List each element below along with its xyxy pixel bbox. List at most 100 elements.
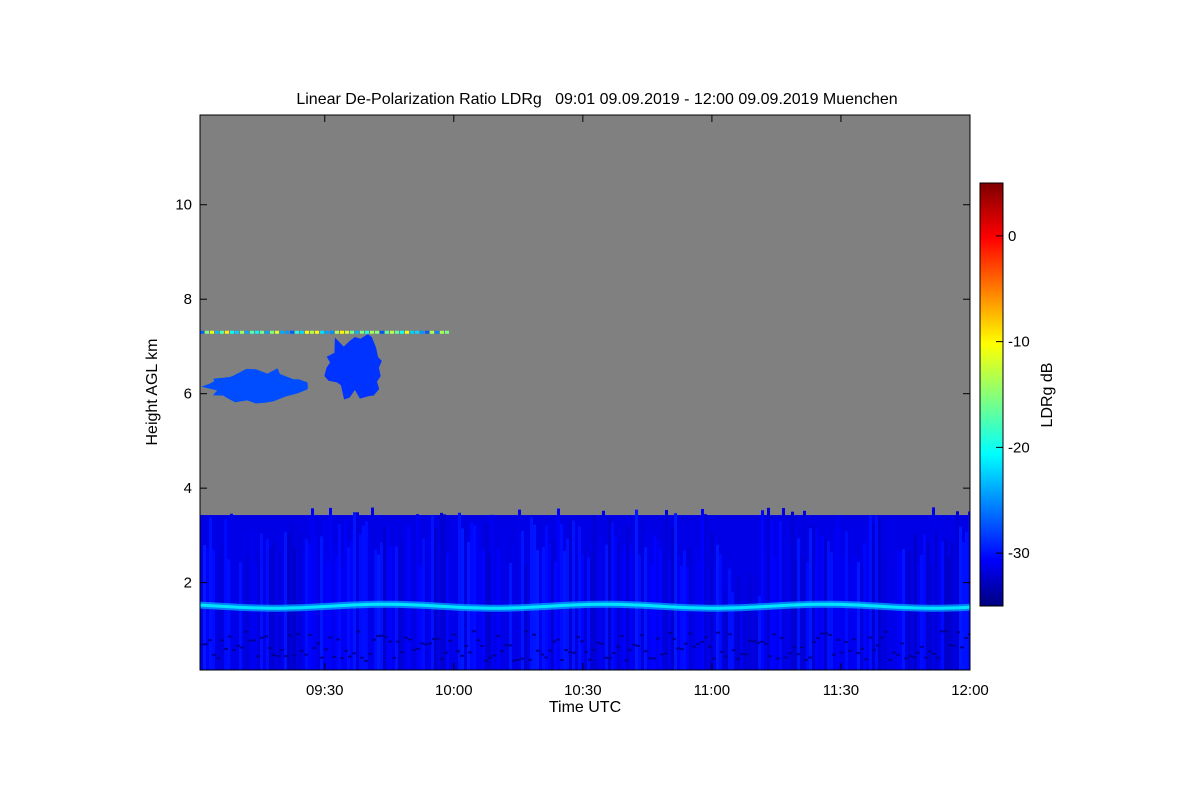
boundary-layer-column xyxy=(707,566,710,670)
artifact-line-segment xyxy=(250,330,254,334)
artifact-line-segment xyxy=(295,330,299,334)
boundary-layer-column xyxy=(677,555,680,670)
boundary-layer-column xyxy=(638,554,641,670)
surface-speckle xyxy=(424,643,428,646)
artifact-line-segment xyxy=(405,330,409,334)
artifact-line-segment xyxy=(275,330,279,334)
boundary-layer-column xyxy=(761,510,764,670)
boundary-layer-column xyxy=(839,525,842,670)
boundary-layer-column xyxy=(533,524,536,670)
surface-speckle xyxy=(872,649,876,652)
surface-speckle xyxy=(240,646,244,649)
boundary-layer-column xyxy=(698,561,701,670)
surface-speckle xyxy=(688,632,692,635)
boundary-layer-column xyxy=(959,526,962,670)
surface-speckle xyxy=(696,643,700,646)
surface-speckle xyxy=(904,657,908,660)
surface-speckle xyxy=(492,654,496,657)
artifact-line-segment xyxy=(255,330,259,334)
boundary-layer-column xyxy=(728,568,731,670)
artifact-line-segment xyxy=(305,330,309,334)
artifact-line-segment xyxy=(425,330,429,334)
surface-speckle xyxy=(368,652,372,655)
boundary-layer-column xyxy=(530,517,533,670)
boundary-layer-column xyxy=(239,562,242,670)
x-tick-label: 11:00 xyxy=(694,682,730,699)
boundary-layer-column xyxy=(890,520,893,670)
surface-speckle xyxy=(552,640,556,643)
surface-speckle xyxy=(448,639,452,642)
boundary-layer-column xyxy=(647,531,650,670)
surface-speckle xyxy=(692,645,696,648)
artifact-line-segment xyxy=(265,330,269,334)
boundary-layer-column xyxy=(227,559,230,670)
boundary-layer-column xyxy=(386,522,389,670)
surface-speckle xyxy=(924,656,928,659)
surface-speckle xyxy=(952,644,956,647)
boundary-layer-column xyxy=(731,591,734,670)
surface-speckle xyxy=(908,655,912,658)
surface-speckle xyxy=(344,649,348,652)
boundary-layer-column xyxy=(515,560,518,670)
surface-speckle xyxy=(512,659,516,662)
x-tick-label: 10:30 xyxy=(564,682,602,699)
boundary-layer-column xyxy=(845,531,848,670)
artifact-line-segment xyxy=(320,330,324,334)
boundary-layer-column xyxy=(458,512,461,670)
surface-speckle xyxy=(840,651,844,654)
artifact-line-segment xyxy=(290,330,294,334)
surface-speckle xyxy=(752,640,756,643)
surface-speckle xyxy=(288,634,292,637)
surface-speckle xyxy=(700,640,704,643)
surface-speckle xyxy=(848,649,852,652)
boundary-layer-column xyxy=(356,512,359,670)
surface-speckle xyxy=(804,658,808,661)
surface-speckle xyxy=(472,630,476,633)
surface-speckle xyxy=(796,653,800,656)
surface-speckle xyxy=(336,638,340,641)
surface-speckle xyxy=(276,655,280,658)
artifact-line-segment xyxy=(375,330,379,334)
surface-speckle xyxy=(436,637,440,640)
surface-speckle xyxy=(708,645,712,648)
boundary-layer-column xyxy=(755,617,758,670)
artifact-line-segment xyxy=(415,330,419,334)
boundary-layer-column xyxy=(524,565,527,670)
boundary-layer-column xyxy=(578,526,581,670)
surface-speckle xyxy=(504,644,508,647)
artifact-line-segment xyxy=(410,330,414,334)
surface-speckle xyxy=(428,642,432,645)
artifact-line-segment xyxy=(345,330,349,334)
surface-speckle xyxy=(624,659,628,662)
boundary-layer-column xyxy=(464,520,467,670)
artifact-line-segment xyxy=(285,330,289,334)
surface-speckle xyxy=(728,633,732,636)
boundary-layer-column xyxy=(602,510,605,670)
artifact-line-segment xyxy=(350,330,354,334)
boundary-layer-column xyxy=(671,526,674,670)
surface-speckle xyxy=(408,638,412,641)
surface-speckle xyxy=(440,658,444,661)
surface-speckle xyxy=(592,648,596,651)
surface-speckle xyxy=(484,659,488,662)
boundary-layer-column xyxy=(491,514,494,670)
artifact-line-segment xyxy=(225,330,229,334)
boundary-layer-column xyxy=(254,565,257,670)
surface-speckle xyxy=(560,658,564,661)
artifact-line-segment xyxy=(385,330,389,334)
colorbar-tick-label: -30 xyxy=(1008,545,1030,562)
surface-speckle xyxy=(352,652,356,655)
surface-speckle xyxy=(660,653,664,656)
boundary-layer-column xyxy=(932,507,935,670)
surface-speckle xyxy=(256,655,260,658)
surface-speckle xyxy=(536,649,540,652)
artifact-line-segment xyxy=(435,330,439,334)
surface-speckle xyxy=(332,655,336,658)
boundary-layer-column xyxy=(212,549,215,670)
boundary-layer-column xyxy=(767,507,770,670)
boundary-layer-column xyxy=(335,555,338,670)
surface-speckle xyxy=(224,648,228,651)
surface-speckle xyxy=(856,652,860,655)
surface-speckle xyxy=(916,651,920,654)
boundary-layer-column xyxy=(407,526,410,670)
